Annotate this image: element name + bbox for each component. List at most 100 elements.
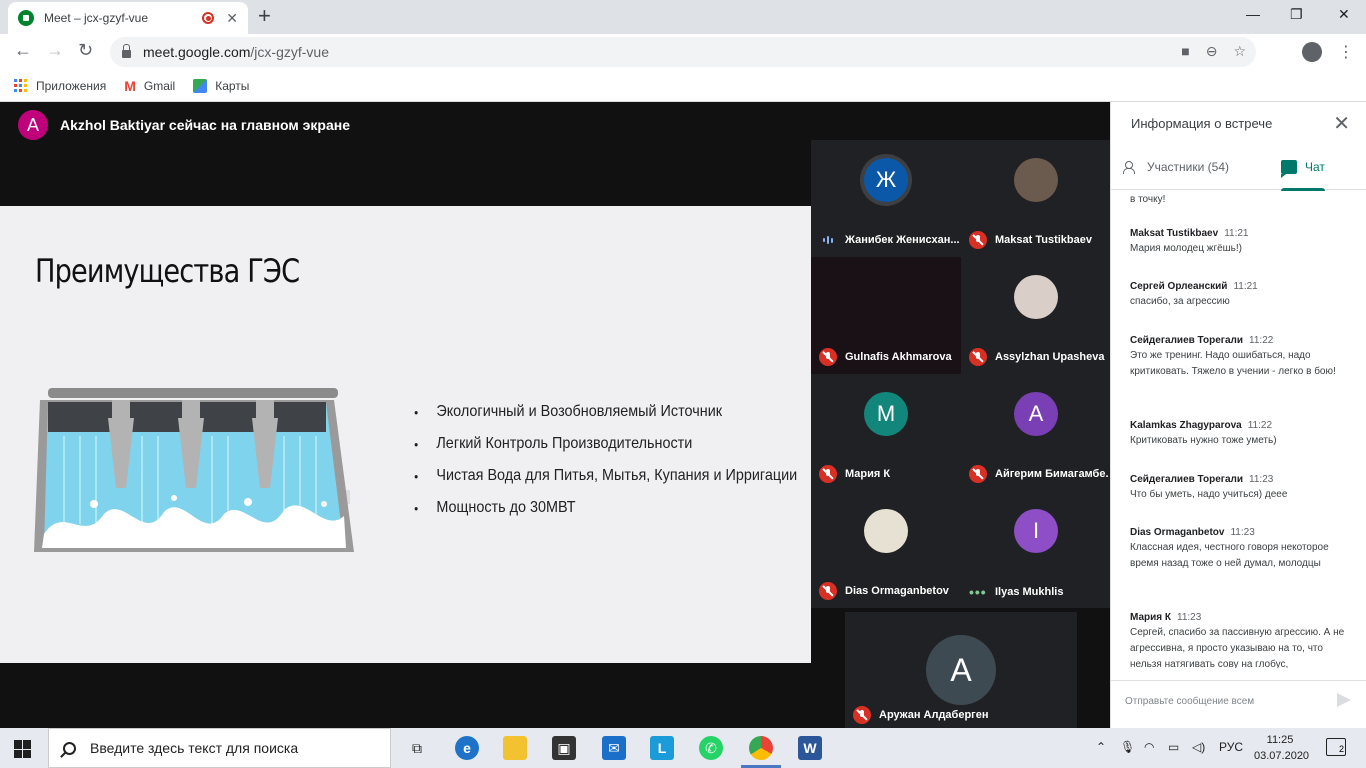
- chat-icon: [1281, 160, 1297, 178]
- taskbar-search-box[interactable]: Введите здесь текст для поиска: [48, 728, 391, 768]
- microphone-tray-icon[interactable]: 🎙: [1120, 740, 1135, 754]
- people-icon: [1123, 161, 1139, 174]
- bookmarks-bar: Приложения M Gmail Карты: [0, 70, 1366, 102]
- meet-favicon-icon: [18, 10, 34, 26]
- camera-icon[interactable]: ■: [1181, 43, 1189, 60]
- address-bar[interactable]: meet.google.com/jcx-gzyf-vue ■ ⊖ ☆: [110, 37, 1256, 67]
- participant-tile[interactable]: A Аружан Алдаберген: [845, 612, 1077, 730]
- participant-tile[interactable]: Gulnafis Akhmarova: [811, 257, 961, 374]
- dam-illustration: [34, 388, 354, 552]
- new-tab-button[interactable]: +: [258, 5, 271, 27]
- windows-taskbar: Введите здесь текст для поиска ⧉ e ▣ ✉ L…: [0, 728, 1366, 768]
- mic-off-icon: [853, 706, 871, 724]
- participant-tile[interactable]: I ••• Ilyas Mukhlis: [961, 491, 1111, 608]
- maps-icon: [193, 78, 208, 93]
- profile-avatar[interactable]: [1302, 42, 1322, 62]
- word-icon[interactable]: W: [798, 736, 822, 760]
- chat-message: Сейдегалиев Торегали 11:22 Это же тренинг…: [1130, 335, 1336, 377]
- whatsapp-icon[interactable]: ✆: [699, 736, 723, 760]
- participant-avatar: А: [1014, 392, 1058, 436]
- participant-photo-avatar: [1014, 275, 1058, 319]
- zoom-icon[interactable]: ⊖: [1206, 43, 1218, 60]
- chat-message-list[interactable]: в точку! Maksat Tustikbaev 11:21 Мария мо…: [1111, 190, 1366, 668]
- participant-avatar: М: [864, 392, 908, 436]
- back-button[interactable]: ←: [14, 40, 32, 61]
- participant-avatar: A: [926, 635, 996, 705]
- presenter-avatar: A: [18, 110, 48, 140]
- l-app-icon[interactable]: L: [650, 736, 674, 760]
- battery-tray-icon[interactable]: ▭: [1168, 740, 1179, 754]
- url-text: meet.google.com/jcx-gzyf-vue: [143, 44, 329, 60]
- file-explorer-icon[interactable]: [503, 736, 527, 760]
- slide-bullet: Мощность до 30МВТ: [414, 492, 797, 524]
- participant-grid: Ж Жанибек Женисхан... Maksat Tustikbaev …: [811, 140, 1111, 730]
- chrome-menu-icon[interactable]: ⋮: [1338, 42, 1354, 62]
- chat-message: Kalamkas Zhagyparova 11:22 Критиковать ну…: [1130, 420, 1277, 446]
- lock-icon: [122, 44, 131, 58]
- volume-tray-icon[interactable]: ◁): [1192, 740, 1205, 754]
- participant-tile[interactable]: А Айгерим Бимагамбе...: [961, 374, 1111, 491]
- slide-bullet-list: Экологичный и Возобновляемый Источник Ле…: [414, 396, 840, 524]
- chat-message: Maksat Tustikbaev 11:21 Мария молодец жгё…: [1130, 228, 1249, 254]
- chat-message: Сергей Орлеанский 11:21 спасибо, за агрес…: [1130, 281, 1258, 307]
- gmail-icon: M: [124, 77, 136, 94]
- meet-stage: A Akzhol Baktiyar сейчас на главном экра…: [0, 102, 1111, 730]
- bookmark-star-icon[interactable]: ☆: [1233, 43, 1246, 60]
- browser-tab-meet[interactable]: Meet – jcx-gzyf-vue ✕: [8, 2, 248, 34]
- slide-title: Преимущества ГЭС: [35, 252, 300, 290]
- chrome-icon[interactable]: [741, 736, 781, 768]
- panel-tabs: Участники (54) Чат: [1111, 150, 1366, 191]
- close-tab-icon[interactable]: ✕: [226, 10, 238, 27]
- participant-tile[interactable]: М Мария К: [811, 374, 961, 491]
- connecting-dots-icon: •••: [969, 584, 987, 600]
- browser-toolbar: ← → ↻ meet.google.com/jcx-gzyf-vue ■ ⊖ ☆…: [0, 34, 1366, 70]
- meeting-details-panel: Информация о встрече ✕ Участники (54) Ча…: [1110, 102, 1366, 728]
- presenter-text: Akzhol Baktiyar сейчас на главном экране: [60, 117, 350, 133]
- chat-compose-bar: [1111, 680, 1366, 728]
- recording-indicator-icon: [202, 12, 215, 24]
- send-icon[interactable]: [1337, 693, 1351, 707]
- presenter-banner: A Akzhol Baktiyar сейчас на главном экра…: [18, 110, 350, 140]
- network-tray-icon[interactable]: ◠: [1144, 740, 1154, 754]
- participant-avatar: Ж: [864, 158, 908, 202]
- minimize-window-button[interactable]: —: [1246, 6, 1260, 22]
- maximize-window-button[interactable]: ❐: [1290, 6, 1303, 23]
- chat-message: Dias Ormaganbetov 11:23 Классная идея, че…: [1130, 527, 1329, 569]
- browser-tab-bar: Meet – jcx-gzyf-vue ✕ + — ❐ ✕: [0, 0, 1366, 34]
- notifications-icon[interactable]: 2: [1326, 738, 1346, 756]
- chat-message-input[interactable]: [1125, 691, 1325, 711]
- mic-off-icon: [969, 231, 987, 249]
- bookmark-gmail[interactable]: M Gmail: [124, 78, 175, 94]
- tray-chevron-icon[interactable]: ⌃: [1096, 740, 1106, 754]
- close-panel-icon[interactable]: ✕: [1333, 114, 1350, 134]
- tab-participants[interactable]: Участники (54): [1123, 160, 1229, 174]
- slide-bullet: Экологичный и Возобновляемый Источник: [414, 396, 797, 428]
- bookmark-maps[interactable]: Карты: [193, 78, 249, 93]
- participant-tile[interactable]: Dias Ormaganbetov: [811, 491, 961, 608]
- bookmark-apps[interactable]: Приложения: [14, 78, 106, 93]
- participant-avatar: I: [1014, 509, 1058, 553]
- chat-message: Мария К 11:23 Сергей, спасибо за пассивну…: [1130, 612, 1345, 668]
- forward-button[interactable]: →: [46, 40, 64, 61]
- mic-off-icon: [969, 465, 987, 483]
- presentation-slide[interactable]: Преимущества ГЭС Экологичный: [0, 206, 811, 663]
- language-indicator[interactable]: РУС: [1219, 740, 1243, 754]
- speaking-indicator-icon: [819, 231, 837, 249]
- store-icon[interactable]: ▣: [552, 736, 576, 760]
- chat-message: Сейдегалиев Торегали 11:23 Что бы уметь, …: [1130, 474, 1288, 500]
- close-window-button[interactable]: ✕: [1338, 6, 1350, 23]
- participant-tile[interactable]: Ж Жанибек Женисхан...: [811, 140, 961, 257]
- participant-tile[interactable]: Maksat Tustikbaev: [961, 140, 1111, 257]
- taskbar-clock[interactable]: 11:25 03.07.2020: [1254, 732, 1309, 764]
- participant-tile[interactable]: Assylzhan Upasheva: [961, 257, 1111, 374]
- slide-bullet: Чистая Вода для Питья, Мытья, Купания и …: [414, 460, 797, 492]
- reload-button[interactable]: ↻: [78, 40, 93, 61]
- task-view-icon[interactable]: ⧉: [405, 736, 429, 760]
- edge-icon[interactable]: e: [455, 736, 479, 760]
- tab-chat[interactable]: Чат: [1281, 160, 1325, 191]
- apps-grid-icon: [14, 78, 28, 93]
- chat-message: в точку!: [1130, 194, 1166, 205]
- windows-start-icon[interactable]: [14, 740, 32, 758]
- mail-icon[interactable]: ✉: [602, 736, 626, 760]
- slide-bullet: Легкий Контроль Производительности: [414, 428, 797, 460]
